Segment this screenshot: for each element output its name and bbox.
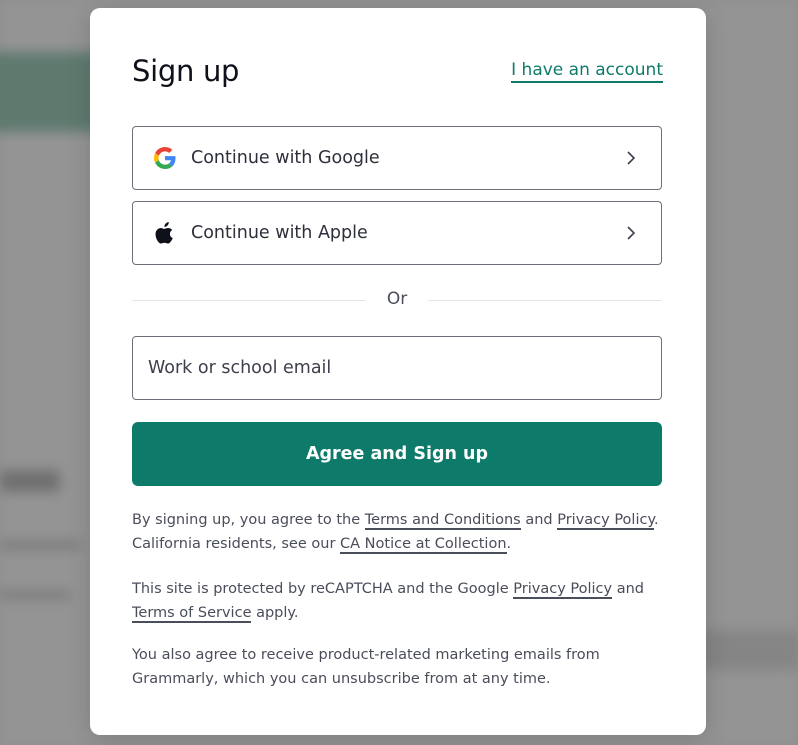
background-banner (0, 52, 100, 132)
agree-and-sign-up-button[interactable]: Agree and Sign up (132, 422, 662, 486)
email-field[interactable] (132, 336, 662, 400)
terms-of-service-link[interactable]: Terms of Service (132, 605, 252, 623)
privacy-policy-link[interactable]: Privacy Policy (557, 512, 654, 530)
google-privacy-policy-link[interactable]: Privacy Policy (513, 581, 613, 599)
recaptcha-text: This site is protected by reCAPTCHA and … (132, 581, 514, 597)
google-g-icon (153, 146, 177, 170)
terms-text: and (520, 512, 558, 528)
divider-label: Or (386, 289, 408, 309)
background-text (0, 540, 80, 550)
dialog-title: Sign up (132, 54, 240, 88)
continue-with-apple-button[interactable]: Continue with Apple (132, 201, 662, 265)
background-block (700, 630, 798, 670)
chevron-right-icon (627, 226, 636, 240)
recaptcha-notice: This site is protected by reCAPTCHA and … (132, 577, 662, 625)
signup-dialog: Sign up I have an account Continue with … (90, 8, 706, 735)
recaptcha-text: and (612, 581, 645, 597)
terms-notice: By signing up, you agree to the Terms an… (132, 508, 662, 556)
background-text (0, 470, 60, 492)
google-button-label: Continue with Google (191, 148, 380, 168)
chevron-right-icon (627, 151, 636, 165)
divider-line (428, 300, 662, 301)
apple-button-label: Continue with Apple (191, 223, 368, 243)
terms-text: By signing up, you agree to the (132, 512, 365, 528)
recaptcha-text: apply. (251, 605, 299, 621)
apple-logo-icon (153, 221, 177, 245)
have-account-link[interactable]: I have an account (511, 60, 663, 83)
or-divider: Or (132, 289, 662, 309)
continue-with-google-button[interactable]: Continue with Google (132, 126, 662, 190)
terms-text: . (506, 536, 512, 552)
terms-and-conditions-link[interactable]: Terms and Conditions (364, 512, 521, 530)
background-text (0, 590, 70, 600)
marketing-notice: You also agree to receive product-relate… (132, 647, 600, 687)
ca-notice-link[interactable]: CA Notice at Collection (340, 536, 507, 554)
